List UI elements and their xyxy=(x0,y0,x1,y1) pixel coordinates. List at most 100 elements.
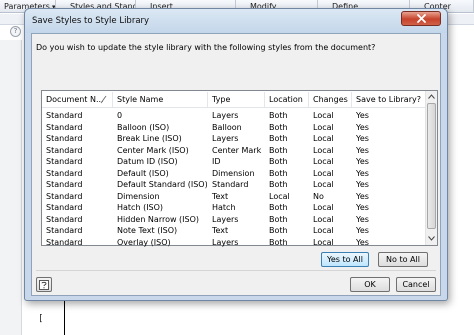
table-row[interactable]: Standard Center Mark (ISO) Center Mark Both… xyxy=(42,145,426,157)
no-to-all-button[interactable]: No to All xyxy=(378,252,428,267)
table-row[interactable]: Standard Break Line (ISO) Layers Both Local Y… xyxy=(42,133,426,145)
cell-style-name: Note Text (ISO) xyxy=(117,226,178,235)
list-body: Standard 0 Layers Both Local Yes Standard Ballo… xyxy=(42,110,426,248)
cell-location: Both xyxy=(269,111,288,120)
cell-save-to-library: Yes xyxy=(356,168,369,178)
cell-location: Both xyxy=(269,157,288,166)
cell-location: Both xyxy=(269,145,288,155)
cell-location: Both xyxy=(269,214,288,224)
cell-style-name: Hidden Narrow (ISO) xyxy=(117,214,200,224)
column-header-save-to-library[interactable]: Save to Library? xyxy=(352,91,426,108)
help-icon[interactable]: ? xyxy=(10,26,21,37)
vertical-scrollbar[interactable] xyxy=(425,91,437,245)
dialog-prompt: Do you wish to update the style library … xyxy=(36,43,376,52)
cell-document: Standard xyxy=(46,180,83,189)
dialog-title: Save Styles to Style Library xyxy=(32,16,150,26)
cell-style-name: Default (ISO) xyxy=(117,168,169,178)
cell-document: Standard xyxy=(46,226,83,235)
chevron-down-icon xyxy=(428,236,435,241)
scroll-thumb[interactable] xyxy=(427,103,436,229)
table-row[interactable]: Standard Note Text (ISO) Text Both Local Yes xyxy=(42,225,426,237)
table-row[interactable]: Standard Default Standard (ISO) Standard Bo… xyxy=(42,179,426,191)
cell-document: Standard xyxy=(46,111,83,120)
close-icon xyxy=(416,14,426,23)
cell-style-name: 0 xyxy=(117,111,123,120)
scroll-up-button[interactable] xyxy=(426,91,437,102)
sort-indicator-icon xyxy=(100,95,107,104)
cell-location: Both xyxy=(269,134,288,143)
cancel-button[interactable]: Cancel xyxy=(396,277,436,292)
cell-changes: Local xyxy=(313,134,334,143)
dialog-titlebar[interactable]: Save Styles to Style Library xyxy=(25,9,447,33)
cell-document: Standard xyxy=(46,122,83,132)
list-header: Document N... Style Name Type Location C… xyxy=(42,91,426,108)
cell-changes: Local xyxy=(313,214,334,224)
table-row[interactable]: Standard Hidden Narrow (ISO) Layers Both Loc… xyxy=(42,214,426,226)
cell-type: Hatch xyxy=(212,203,236,212)
cell-save-to-library: Yes xyxy=(356,203,369,212)
info-button[interactable] xyxy=(36,277,52,292)
column-header-changes[interactable]: Changes xyxy=(309,91,351,108)
table-row[interactable]: Standard Overlay (ISO) Layers Both Local Yes xyxy=(42,237,426,249)
cell-type: Layers xyxy=(212,237,239,247)
cell-changes: No xyxy=(313,191,324,201)
cell-changes: Local xyxy=(313,157,334,166)
cell-location: Both xyxy=(269,226,288,235)
table-row[interactable]: Standard Dimension Text Local No Yes xyxy=(42,191,426,203)
cell-style-name: Default Standard (ISO) xyxy=(117,180,207,189)
cell-type: Layers xyxy=(212,214,239,224)
cell-style-name: Balloon (ISO) xyxy=(117,122,170,132)
table-row[interactable]: Standard 0 Layers Both Local Yes xyxy=(42,110,426,122)
model-browser-strip xyxy=(0,40,22,335)
column-header-type[interactable]: Type xyxy=(208,91,264,108)
cell-type: Center Mark xyxy=(212,145,262,155)
cell-type: Layers xyxy=(212,134,239,143)
ok-button[interactable]: OK xyxy=(350,277,390,292)
cell-location: Both xyxy=(269,180,288,189)
chevron-up-icon xyxy=(428,94,435,99)
drawing-line xyxy=(64,300,65,335)
scroll-down-button[interactable] xyxy=(426,233,437,244)
cell-document: Standard xyxy=(46,203,83,212)
table-row[interactable]: Standard Datum ID (ISO) ID Both Local Yes xyxy=(42,156,426,168)
cell-changes: Local xyxy=(313,122,334,132)
cell-type: Text xyxy=(212,226,229,235)
cell-type: Dimension xyxy=(212,168,255,178)
cell-changes: Local xyxy=(313,226,334,235)
cell-save-to-library: Yes xyxy=(356,191,369,201)
cell-location: Both xyxy=(269,122,288,132)
table-row[interactable]: Standard Hatch (ISO) Hatch Both Local Yes xyxy=(42,202,426,214)
cell-location: Both xyxy=(269,237,288,247)
cell-document: Standard xyxy=(46,237,83,247)
cell-document: Standard xyxy=(46,168,83,178)
cell-save-to-library: Yes xyxy=(356,134,369,143)
cell-type: Text xyxy=(212,191,229,201)
cell-location: Local xyxy=(269,191,290,201)
info-icon xyxy=(39,279,49,290)
cell-document: Standard xyxy=(46,145,83,155)
cell-document: Standard xyxy=(46,214,83,224)
table-row[interactable]: Standard Balloon (ISO) Balloon Both Local Yes xyxy=(42,122,426,134)
column-header-location[interactable]: Location xyxy=(265,91,308,108)
cell-save-to-library: Yes xyxy=(356,180,369,189)
cell-save-to-library: Yes xyxy=(356,145,369,155)
cell-changes: Local xyxy=(313,237,334,247)
cell-style-name: Break Line (ISO) xyxy=(117,134,182,143)
styles-list[interactable]: Document N... Style Name Type Location C… xyxy=(41,90,438,248)
cell-changes: Local xyxy=(313,111,334,120)
table-row[interactable]: Standard Default (ISO) Dimension Both Local Y… xyxy=(42,168,426,180)
cell-changes: Local xyxy=(313,145,334,155)
close-button[interactable] xyxy=(401,11,441,26)
cell-changes: Local xyxy=(313,168,334,178)
cell-type: Balloon xyxy=(212,122,242,132)
cell-document: Standard xyxy=(46,191,83,201)
cell-location: Both xyxy=(269,203,288,212)
column-header-style-name[interactable]: Style Name xyxy=(113,91,207,108)
cell-style-name: Hatch (ISO) xyxy=(117,203,164,212)
yes-to-all-button[interactable]: Yes to All xyxy=(321,252,369,267)
cell-save-to-library: Yes xyxy=(356,237,369,247)
drawing-bracket-glyph: [ xyxy=(38,314,44,324)
cell-type: ID xyxy=(212,157,221,166)
cell-save-to-library: Yes xyxy=(356,214,369,224)
cell-type: Standard xyxy=(212,180,249,189)
